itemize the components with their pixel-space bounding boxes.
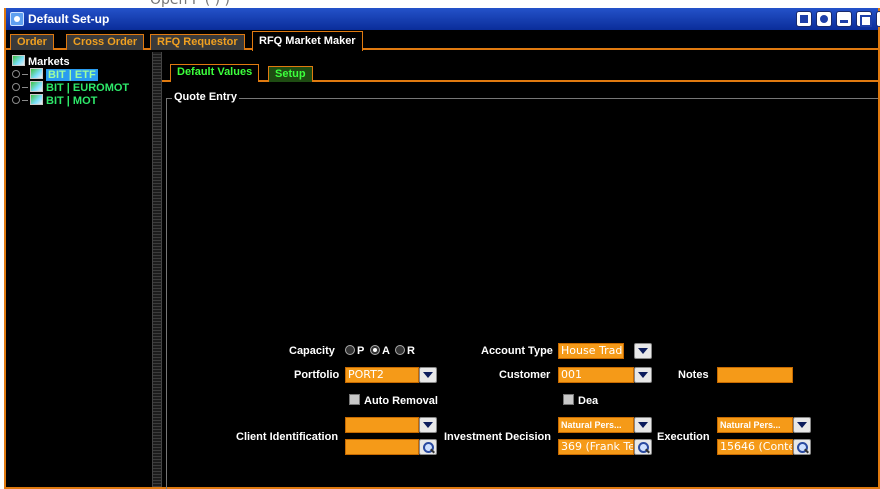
capacity-radio-r[interactable]: R — [395, 345, 415, 357]
capacity-radio-a[interactable]: A — [370, 345, 390, 357]
account-type-dropdown-icon[interactable] — [634, 343, 652, 359]
radio-icon — [395, 345, 405, 355]
capacity-radio-p[interactable]: P — [345, 345, 364, 357]
customer-select[interactable]: 001 — [558, 367, 634, 383]
market-icon — [12, 55, 25, 66]
dea-label: Dea — [578, 395, 599, 407]
tab-rfq-requestor[interactable]: RFQ Requestor — [150, 34, 245, 50]
market-icon — [30, 81, 43, 92]
monitor-icon[interactable] — [796, 11, 812, 27]
tree-item-bit-euromot[interactable]: BIT | EUROMOT — [12, 81, 129, 94]
tree-item-bit-etf[interactable]: BIT | ETF — [12, 68, 98, 81]
client-identification-input[interactable] — [345, 439, 419, 455]
client-identification-search-icon[interactable] — [419, 439, 437, 455]
checkbox-icon — [349, 394, 360, 405]
notes-label: Notes — [678, 369, 709, 381]
default-setup-window: Default Set-up Order Cross Order RFQ Req… — [4, 8, 880, 489]
minimize-button[interactable] — [836, 11, 852, 27]
tree-item-label: BIT | ETF — [46, 69, 98, 81]
tab-order[interactable]: Order — [10, 34, 54, 50]
maximize-button[interactable] — [856, 11, 872, 27]
investment-decision-search-icon[interactable] — [634, 439, 652, 455]
auto-removal-checkbox[interactable]: Auto Removal — [349, 394, 438, 407]
main-tab-bar: Order Cross Order RFQ Requestor RFQ Mark… — [6, 30, 878, 51]
app-icon — [10, 12, 24, 26]
radio-label-a: A — [382, 345, 390, 357]
execution-search-icon[interactable] — [793, 439, 811, 455]
investment-decision-input[interactable]: 369 (Frank Te — [558, 439, 634, 455]
expand-handle-icon[interactable] — [12, 96, 20, 104]
background-strip: Open P ( ) ) — [0, 0, 880, 8]
tree-root-markets[interactable]: Markets — [12, 55, 70, 68]
execution-input[interactable]: 15646 (Conte — [717, 439, 793, 455]
checkbox-icon — [563, 394, 574, 405]
execution-dropdown-icon[interactable] — [793, 417, 811, 433]
close-button[interactable] — [876, 11, 880, 27]
capacity-label: Capacity — [289, 345, 335, 357]
client-identification-select[interactable] — [345, 417, 419, 433]
markets-tree-panel: Markets BIT | ETF BIT | EUROMOT BIT | MO… — [6, 52, 152, 487]
market-icon — [30, 94, 43, 105]
expand-handle-icon[interactable] — [12, 83, 20, 91]
radio-icon — [345, 345, 355, 355]
tree-line — [22, 87, 28, 88]
dea-checkbox[interactable]: Dea — [563, 394, 598, 407]
client-identification-label: Client Identification — [236, 431, 339, 443]
radio-label-p: P — [357, 345, 365, 357]
panel-splitter[interactable] — [152, 52, 162, 487]
investment-decision-dropdown-icon[interactable] — [634, 417, 652, 433]
tree-line — [22, 100, 28, 101]
expand-handle-icon[interactable] — [12, 70, 20, 78]
customer-label: Customer — [499, 369, 551, 381]
market-icon — [30, 68, 43, 79]
window-title: Default Set-up — [28, 12, 110, 26]
tab-setup[interactable]: Setup — [268, 66, 313, 82]
background-strip-text: Open P ( ) ) — [150, 0, 231, 8]
record-icon[interactable] — [816, 11, 832, 27]
tree-item-bit-mot[interactable]: BIT | MOT — [12, 94, 97, 107]
investment-decision-select[interactable]: Natural Pers... — [558, 417, 634, 433]
radio-label-r: R — [407, 345, 415, 357]
quote-entry-title: Quote Entry — [172, 91, 239, 103]
tab-cross-order[interactable]: Cross Order — [66, 34, 145, 50]
tree-line — [22, 74, 28, 75]
notes-input[interactable] — [717, 367, 793, 383]
tab-default-values[interactable]: Default Values — [170, 64, 260, 82]
execution-select[interactable]: Natural Pers... — [717, 417, 793, 433]
tab-rfq-market-maker[interactable]: RFQ Market Maker — [252, 31, 363, 51]
portfolio-dropdown-icon[interactable] — [419, 367, 437, 383]
tree-root-label: Markets — [28, 56, 70, 68]
execution-label: Execution — [657, 431, 710, 443]
portfolio-select[interactable]: PORT2 — [345, 367, 419, 383]
investment-decision-label: Investment Decision — [444, 431, 551, 443]
title-bar[interactable]: Default Set-up — [6, 8, 880, 30]
account-type-label: Account Type — [481, 345, 553, 357]
auto-removal-label: Auto Removal — [364, 395, 438, 407]
customer-dropdown-icon[interactable] — [634, 367, 652, 383]
tree-item-label: BIT | MOT — [46, 95, 98, 107]
client-identification-dropdown-icon[interactable] — [419, 417, 437, 433]
portfolio-label: Portfolio — [294, 369, 340, 381]
tree-item-label: BIT | EUROMOT — [46, 82, 130, 94]
sub-tab-bar: Default Values Setup — [162, 64, 878, 82]
radio-selected-icon — [370, 345, 380, 355]
account-type-select[interactable]: House Trader — [558, 343, 624, 359]
